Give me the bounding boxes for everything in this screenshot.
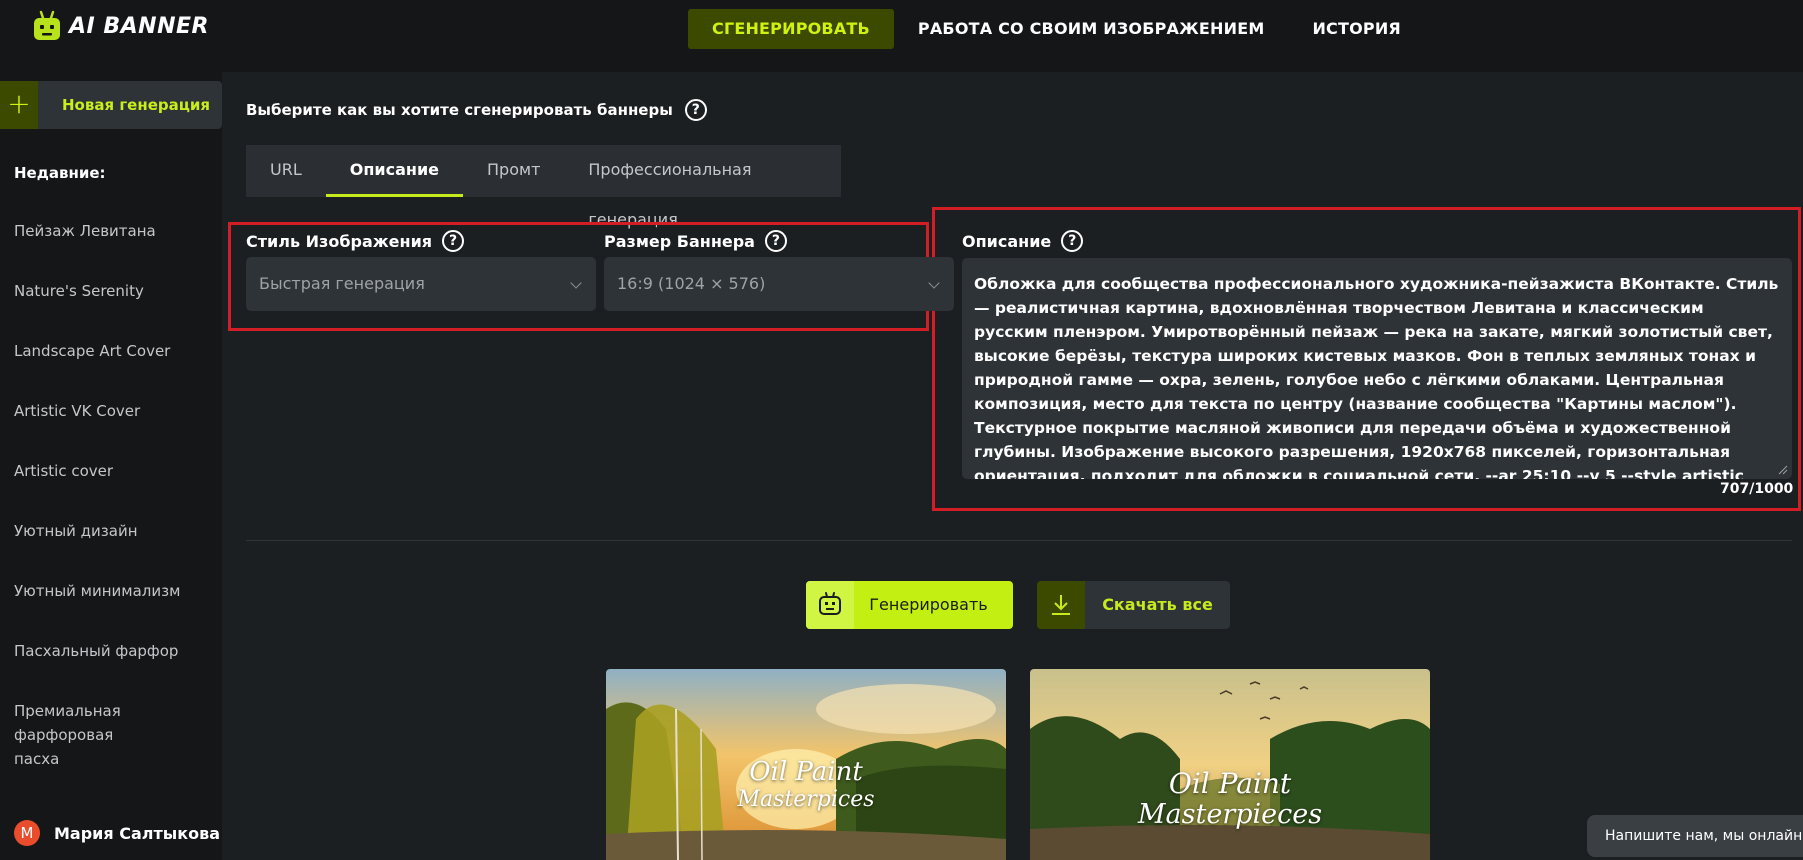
nav-own-image[interactable]: РАБОТА СО СВОИМ ИЗОБРАЖЕНИЕМ	[894, 9, 1289, 49]
avatar: М	[14, 820, 40, 846]
help-icon[interactable]: ?	[442, 230, 465, 252]
size-label: Размер Баннера ?	[604, 230, 787, 252]
main-nav: СГЕНЕРИРОВАТЬ РАБОТА СО СВОИМ ИЗОБРАЖЕНИ…	[688, 9, 1425, 49]
logo[interactable]: AI BANNER	[32, 10, 209, 42]
download-icon	[1052, 595, 1070, 615]
banner-preview[interactable]: Oil Paint Masterpices	[606, 669, 1006, 860]
style-label-text: Стиль Изображения	[246, 231, 433, 251]
tab-description[interactable]: Описание	[325, 145, 464, 197]
download-all-button[interactable]: Скачать все	[1037, 581, 1230, 629]
recent-item[interactable]: Artistic cover	[14, 459, 113, 483]
banner-image	[1030, 669, 1430, 860]
recent-title: Недавние:	[14, 164, 106, 182]
description-label-text: Описание	[962, 231, 1052, 251]
resize-handle-icon[interactable]	[1778, 465, 1788, 475]
description-text: Обложка для сообщества профессионального…	[974, 275, 1779, 479]
chat-widget-text: Напишите нам, мы онлайн!	[1605, 828, 1803, 844]
new-generation-button[interactable]: + Новая генерация	[0, 81, 222, 129]
recent-item[interactable]: Пейзаж Левитана	[14, 219, 156, 243]
tab-prompt[interactable]: Промт	[463, 145, 564, 197]
download-icon-wrapper	[1037, 581, 1085, 629]
robot-logo-icon	[34, 10, 60, 40]
banner-title-line1: Oil Paint	[1168, 767, 1292, 800]
description-label: Описание ?	[962, 230, 1084, 252]
tab-professional[interactable]: Профессиональная генерация	[564, 145, 841, 229]
generate-button-label: Генерировать	[869, 595, 988, 614]
robot-icon-wrapper	[806, 581, 854, 629]
generation-tabs: URL Описание Промт Профессиональная гене…	[246, 145, 841, 229]
top-bar: AI BANNER СГЕНЕРИРОВАТЬ РАБОТА СО СВОИМ …	[0, 0, 1803, 72]
recent-item[interactable]: Landscape Art Cover	[14, 339, 170, 363]
recent-item[interactable]: Artistic VK Cover	[14, 399, 140, 423]
help-icon[interactable]: ?	[1061, 230, 1084, 252]
nav-history[interactable]: ИСТОРИЯ	[1288, 9, 1425, 49]
chevron-down-icon	[570, 277, 582, 289]
size-select-value: 16:9 (1024 × 576)	[617, 274, 766, 293]
user-profile[interactable]: М Мария Салтыкова	[14, 820, 220, 846]
generate-button[interactable]: Генерировать	[806, 581, 1013, 629]
recent-item[interactable]: Nature's Serenity	[14, 279, 144, 303]
recent-item[interactable]: Пасхальный фарфор	[14, 639, 178, 663]
banner-preview[interactable]: Oil Paint Masterpieces	[1030, 669, 1430, 860]
style-label: Стиль Изображения ?	[246, 230, 465, 252]
banner-title-line2: Masterpieces	[1137, 799, 1323, 830]
recent-item[interactable]: Премиальная фарфоровая пасха	[14, 699, 144, 771]
plus-icon: +	[0, 81, 38, 129]
size-select[interactable]: 16:9 (1024 × 576)	[604, 257, 954, 311]
nav-generate[interactable]: СГЕНЕРИРОВАТЬ	[688, 9, 894, 49]
recent-item[interactable]: Уютный дизайн	[14, 519, 138, 543]
style-select-value: Быстрая генерация	[259, 274, 425, 293]
divider	[246, 540, 1792, 541]
user-name: Мария Салтыкова	[54, 823, 220, 843]
help-icon[interactable]: ?	[764, 230, 787, 252]
character-counter: 707/1000	[1720, 481, 1794, 497]
new-generation-label: Новая генерация	[38, 81, 222, 129]
help-icon[interactable]: ?	[684, 99, 707, 121]
choose-method-text: Выберите как вы хотите сгенерировать бан…	[246, 101, 673, 119]
style-select[interactable]: Быстрая генерация	[246, 257, 596, 311]
size-label-text: Размер Баннера	[604, 231, 755, 251]
chat-widget[interactable]: Напишите нам, мы онлайн!	[1587, 815, 1803, 857]
download-all-label: Скачать все	[1102, 595, 1213, 614]
banner-title-line1: Oil Paint	[749, 757, 863, 787]
choose-method-title: Выберите как вы хотите сгенерировать бан…	[246, 99, 707, 121]
chevron-down-icon	[928, 277, 940, 289]
recent-item[interactable]: Уютный минимализм	[14, 579, 180, 603]
banner-title-line2: Masterpices	[737, 787, 875, 812]
robot-icon	[819, 592, 841, 615]
logo-text: AI BANNER	[69, 13, 209, 39]
sidebar: + Новая генерация Недавние: Пейзаж Левит…	[0, 72, 222, 860]
tab-url[interactable]: URL	[246, 145, 326, 197]
description-textarea[interactable]: Обложка для сообщества профессионального…	[962, 258, 1792, 479]
